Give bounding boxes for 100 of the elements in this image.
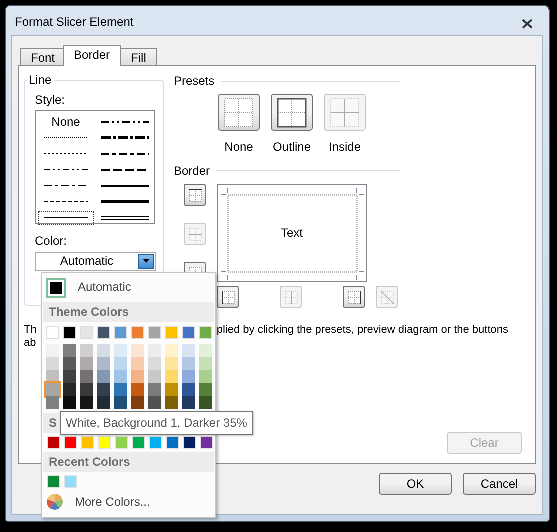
- color-swatch[interactable]: [46, 383, 59, 396]
- color-swatch[interactable]: [199, 326, 212, 339]
- color-swatch[interactable]: [200, 436, 213, 449]
- border-side-icon: [284, 290, 298, 304]
- color-swatch[interactable]: [148, 383, 161, 396]
- border-button[interactable]: [343, 286, 365, 308]
- color-swatch[interactable]: [148, 357, 161, 370]
- color-swatch[interactable]: [131, 357, 144, 370]
- color-swatch[interactable]: [199, 383, 212, 396]
- border-button[interactable]: [184, 184, 206, 206]
- color-swatch[interactable]: [47, 436, 60, 449]
- line-style-option[interactable]: [38, 211, 94, 226]
- line-style-option[interactable]: None: [38, 115, 94, 130]
- color-swatch[interactable]: [131, 344, 144, 357]
- color-swatch[interactable]: [114, 383, 127, 396]
- color-swatch[interactable]: [165, 383, 178, 396]
- color-swatch[interactable]: [114, 344, 127, 357]
- dropdown-button[interactable]: [138, 254, 154, 269]
- color-swatch[interactable]: [63, 383, 76, 396]
- color-swatch[interactable]: [63, 370, 76, 383]
- color-swatch[interactable]: [80, 326, 93, 339]
- color-swatch[interactable]: [63, 357, 76, 370]
- color-swatch[interactable]: [46, 357, 59, 370]
- color-swatch[interactable]: [131, 370, 144, 383]
- section-heading: Border: [174, 164, 210, 178]
- color-swatch[interactable]: [182, 326, 195, 339]
- color-swatch[interactable]: [132, 436, 145, 449]
- color-swatch[interactable]: [199, 344, 212, 357]
- color-swatch[interactable]: [114, 357, 127, 370]
- color-swatch[interactable]: [64, 436, 77, 449]
- color-swatch[interactable]: [182, 370, 195, 383]
- color-swatch[interactable]: [97, 326, 110, 339]
- color-swatch[interactable]: [80, 383, 93, 396]
- color-swatch[interactable]: [63, 396, 76, 409]
- color-swatch[interactable]: [97, 344, 110, 357]
- color-swatch[interactable]: [81, 436, 94, 449]
- color-swatch[interactable]: [80, 344, 93, 357]
- close-icon[interactable]: [522, 19, 533, 29]
- color-swatch[interactable]: [182, 344, 195, 357]
- preset-button[interactable]: [271, 94, 313, 132]
- description-text: Th: [24, 324, 37, 336]
- color-swatch[interactable]: [46, 396, 59, 409]
- color-swatch[interactable]: [131, 383, 144, 396]
- color-swatch[interactable]: [46, 326, 59, 339]
- tab[interactable]: Fill: [120, 48, 158, 66]
- dialog-button[interactable]: OK: [379, 473, 452, 495]
- color-swatch[interactable]: [149, 436, 162, 449]
- color-swatch[interactable]: [47, 475, 60, 488]
- color-swatch[interactable]: [63, 326, 76, 339]
- preset-label: Inside: [328, 140, 362, 155]
- color-swatch[interactable]: [183, 436, 196, 449]
- color-dropdown[interactable]: Automatic: [35, 252, 156, 271]
- color-swatch[interactable]: [165, 370, 178, 383]
- color-swatch[interactable]: [98, 436, 111, 449]
- border-button[interactable]: [217, 286, 239, 308]
- color-swatch[interactable]: [80, 396, 93, 409]
- color-swatch[interactable]: [63, 344, 76, 357]
- color-swatch[interactable]: [182, 383, 195, 396]
- color-swatch[interactable]: [166, 436, 179, 449]
- color-swatch[interactable]: [115, 436, 128, 449]
- color-swatch[interactable]: [97, 383, 110, 396]
- color-swatch[interactable]: [114, 370, 127, 383]
- color-swatch[interactable]: [148, 326, 161, 339]
- color-swatch[interactable]: [165, 396, 178, 409]
- color-swatch[interactable]: [131, 396, 144, 409]
- automatic-option[interactable]: Automatic: [43, 274, 214, 301]
- color-swatch[interactable]: [165, 357, 178, 370]
- more-colors-option[interactable]: More Colors...: [75, 494, 150, 510]
- color-swatch[interactable]: [165, 326, 178, 339]
- color-swatch[interactable]: [64, 475, 77, 488]
- color-swatch[interactable]: [114, 326, 127, 339]
- preset-label: Outline: [272, 140, 312, 155]
- color-swatch[interactable]: [80, 370, 93, 383]
- color-swatch[interactable]: [148, 344, 161, 357]
- color-swatch[interactable]: [199, 370, 212, 383]
- color-swatch[interactable]: [199, 357, 212, 370]
- preview-text: Text: [280, 226, 303, 240]
- border-grid-icon: [277, 98, 307, 128]
- tab[interactable]: Border: [63, 45, 122, 66]
- color-swatch[interactable]: [199, 396, 212, 409]
- color-swatch[interactable]: [97, 370, 110, 383]
- color-swatch[interactable]: [97, 396, 110, 409]
- color-swatch[interactable]: [46, 344, 59, 357]
- color-swatch[interactable]: [80, 357, 93, 370]
- line-style-list[interactable]: None: [35, 110, 155, 224]
- color-swatch[interactable]: [97, 357, 110, 370]
- color-swatch[interactable]: [182, 357, 195, 370]
- color-swatch[interactable]: [131, 326, 144, 339]
- line-sample-icon: [101, 134, 149, 142]
- color-swatch[interactable]: [148, 370, 161, 383]
- color-swatch[interactable]: [182, 396, 195, 409]
- color-swatch[interactable]: [148, 396, 161, 409]
- color-swatch[interactable]: [114, 396, 127, 409]
- style-label: Style:: [35, 93, 66, 108]
- border-preview[interactable]: Text: [217, 184, 367, 282]
- preset-button[interactable]: [218, 94, 260, 132]
- tooltip: White, Background 1, Darker 35%: [60, 411, 254, 435]
- preset-label: None: [224, 140, 254, 155]
- dialog-button[interactable]: Cancel: [463, 473, 536, 495]
- color-swatch[interactable]: [165, 344, 178, 357]
